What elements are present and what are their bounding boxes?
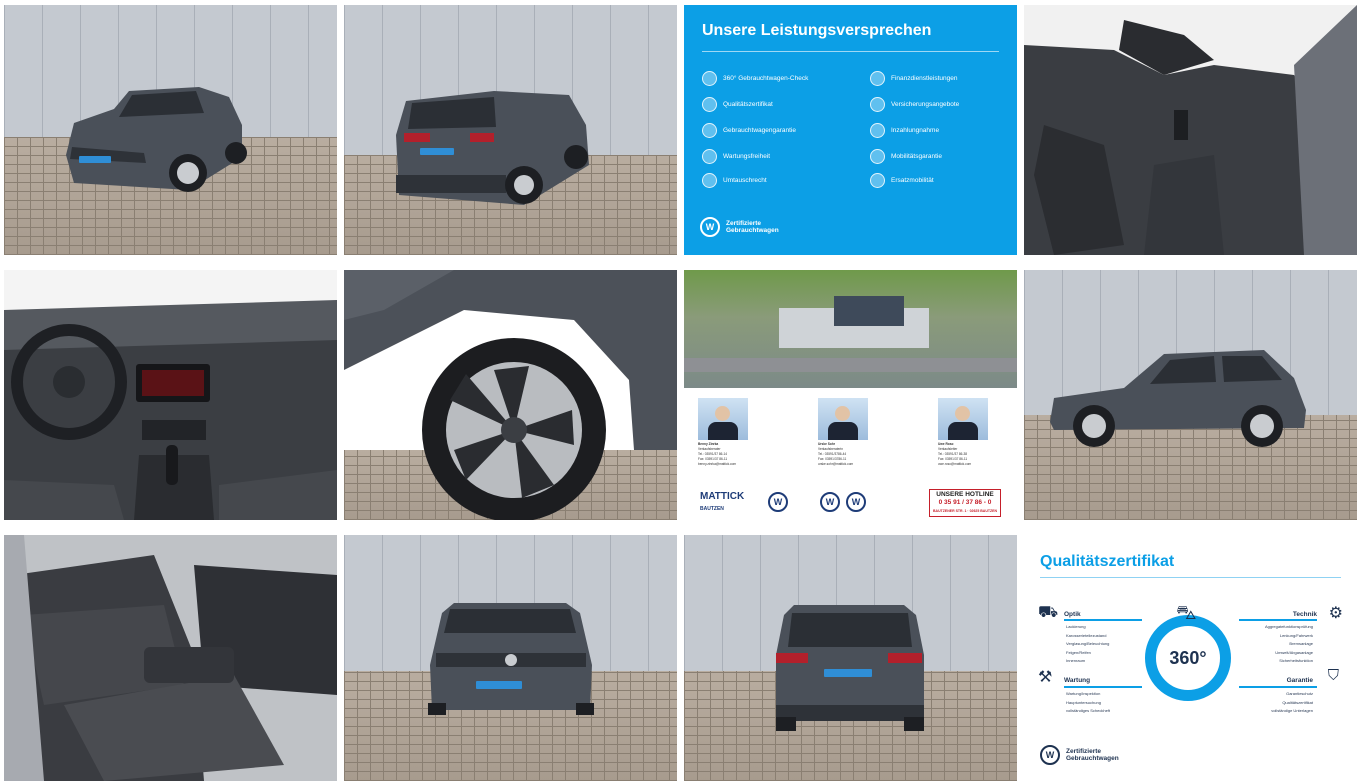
- photo-rear[interactable]: [684, 535, 1017, 781]
- insurance-icon: [870, 97, 885, 112]
- photo-front-three-quarter[interactable]: [4, 5, 337, 255]
- service-item: Ersatzmobilität: [870, 173, 934, 188]
- service-item: Qualitätszertifikat: [702, 97, 773, 112]
- photo-cockpit[interactable]: [4, 270, 337, 520]
- service-item: 360° Gebrauchtwagen-Check: [702, 71, 808, 86]
- shield-icon: [702, 123, 717, 138]
- service-item: Gebrauchtwagengarantie: [702, 123, 796, 138]
- service-item: Inzahlungnahme: [870, 123, 939, 138]
- rear-bench-seat: [4, 535, 337, 781]
- wartung-icon: ⚒: [1038, 669, 1053, 686]
- zertifizierte-logo-icon: W: [846, 492, 866, 512]
- optik-list: Lackierung Karosserieteilezustand Verglasu…: [1066, 624, 1110, 663]
- dealer-info-panel[interactable]: Benny Zinrka Verkaufsberater Tel.: 03591/…: [684, 270, 1017, 520]
- certificate-icon: [702, 97, 717, 112]
- garantie-heading: Garantie: [1286, 677, 1313, 684]
- vw-nutzfahrzeuge-logo-icon: W: [820, 492, 840, 512]
- trade-in-icon: [870, 123, 885, 138]
- garantie-shield-icon: ⛉: [1327, 667, 1339, 684]
- optik-line: [1064, 619, 1142, 621]
- hotline-box: UNSERE HOTLINE 0 35 91 / 37 86 - 0 BAUTZ…: [929, 489, 1001, 517]
- garantie-list: Garantieschutz Qualitätszertifikat vollstä…: [1271, 691, 1313, 713]
- car-front-three-quarter: [66, 87, 247, 192]
- photo-side-profile[interactable]: [1024, 270, 1357, 520]
- photo-front[interactable]: [344, 535, 677, 781]
- finance-icon: [870, 71, 885, 86]
- contact-photo: [818, 398, 868, 440]
- interior-dashboard-side: [1024, 5, 1357, 255]
- check-360-label: 360°: [1169, 647, 1207, 668]
- vw-logo-icon: W: [1040, 745, 1060, 765]
- zertifizierte-gebrauchtwagen-logo: W Zertifizierte Gebrauchtwagen: [1040, 745, 1119, 765]
- car-360-icon: ⛍: [1176, 602, 1197, 624]
- contact-photo: [698, 398, 748, 440]
- cockpit-dashboard: [4, 300, 337, 520]
- license-plate: [476, 681, 522, 689]
- optik-heading: Optik: [1064, 611, 1081, 618]
- title-underline: [1040, 577, 1341, 578]
- optik-icon: ⛟: [1038, 604, 1059, 621]
- wrench-icon: [702, 149, 717, 164]
- technik-icon: ⚙: [1328, 605, 1343, 622]
- qualitaetszertifikat-title: Qualitätszertifikat: [1040, 553, 1175, 570]
- qualitaetszertifikat-panel[interactable]: Qualitätszertifikat ⛟ Optik Lackierung Ka…: [1024, 535, 1357, 781]
- check-360-icon: [702, 71, 717, 86]
- exchange-icon: [702, 173, 717, 188]
- service-item: Versicherungsangebote: [870, 97, 959, 112]
- contact-details: Benny Zinrka Verkaufsberater Tel.: 03591/…: [698, 442, 737, 466]
- contact-details: Urske Sohr Verkaufsberaterin Tel.: 03591/…: [818, 442, 854, 466]
- car-rear: [776, 605, 924, 731]
- car-side-profile: [1050, 350, 1306, 447]
- wartung-list: Wartung/Inspektion Hauptuntersuchung volls…: [1066, 691, 1111, 713]
- garantie-line: [1239, 686, 1317, 688]
- photo-interior-passenger[interactable]: [1024, 5, 1357, 255]
- technik-heading: Technik: [1292, 611, 1317, 618]
- vw-logo-icon: W: [768, 492, 788, 512]
- mobility-icon: [870, 149, 885, 164]
- wartung-heading: Wartung: [1064, 677, 1091, 684]
- photo-gallery-grid: Unsere Leistungsversprechen 360° Gebrauc…: [0, 0, 1365, 781]
- service-item: Mobilitätsgarantie: [870, 149, 942, 164]
- service-item: Umtauschrecht: [702, 173, 767, 188]
- contact-details: Uwe Roso Verkaufsleiter Tel.: 03591/37 86…: [938, 442, 972, 466]
- technik-list: Aggregatefunktionsprüfung Lenkung/Fahrwer…: [1264, 624, 1313, 663]
- contact-photo: [938, 398, 988, 440]
- check-360-ring: 360°: [1145, 615, 1231, 701]
- alloy-wheel: [344, 270, 677, 520]
- photo-rear-seats[interactable]: [4, 535, 337, 781]
- service-item: Wartungsfreiheit: [702, 149, 770, 164]
- photo-wheel-closeup[interactable]: [344, 270, 677, 520]
- technik-line: [1239, 619, 1317, 621]
- divider: [702, 51, 999, 52]
- dealership-aerial-photo: [684, 270, 1017, 388]
- zertifizierte-gebrauchtwagen-logo: W Zertifizierte Gebrauchtwagen: [700, 217, 779, 237]
- service-item: Finanzdienstleistungen: [870, 71, 958, 86]
- leistungsversprechen-panel[interactable]: Unsere Leistungsversprechen 360° Gebrauc…: [684, 5, 1017, 255]
- photo-rear-three-quarter[interactable]: [344, 5, 677, 255]
- license-plate: [420, 148, 454, 155]
- car-rear-three-quarter: [396, 91, 589, 205]
- wartung-line: [1064, 686, 1142, 688]
- replacement-car-icon: [870, 173, 885, 188]
- mattick-logo: MATTICK BAUTZEN: [700, 491, 745, 513]
- car-front: [428, 603, 594, 715]
- leistungsversprechen-title: Unsere Leistungsversprechen: [702, 22, 932, 39]
- license-plate: [79, 156, 111, 163]
- vw-logo-icon: W: [700, 217, 720, 237]
- license-plate: [824, 669, 872, 677]
